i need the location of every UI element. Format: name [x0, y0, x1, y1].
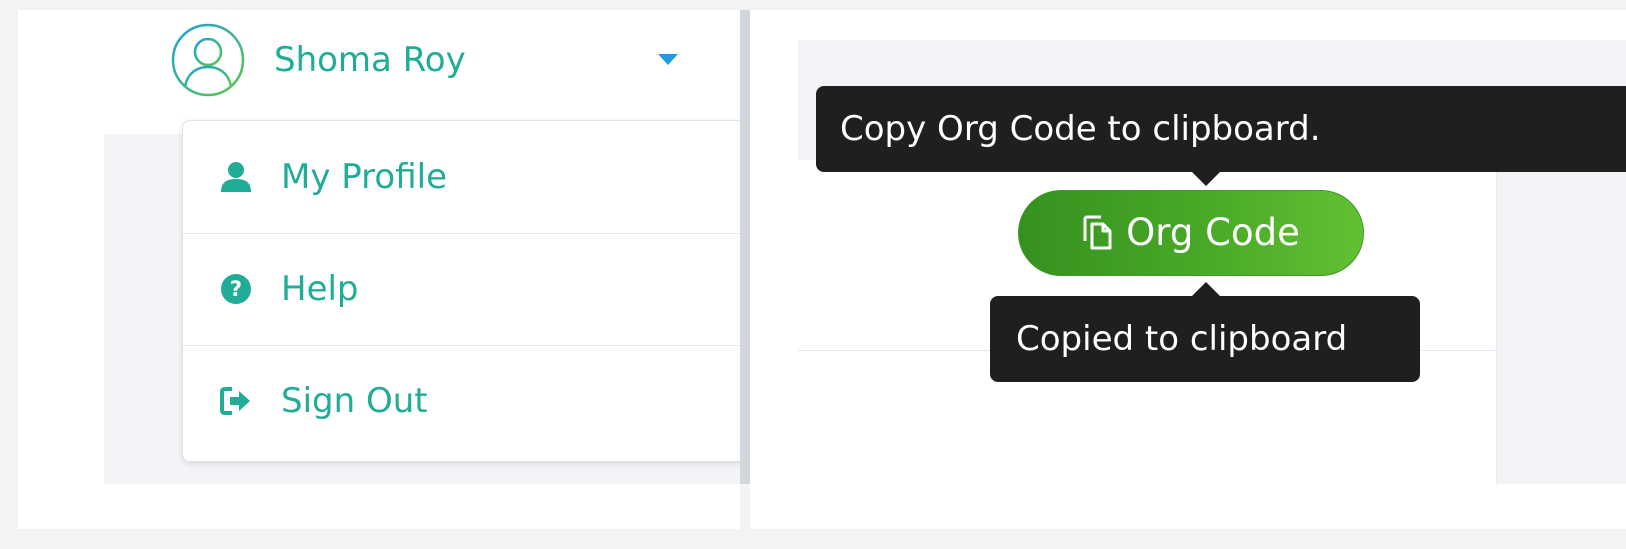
user-avatar-icon — [171, 23, 245, 97]
question-circle-icon: ? — [219, 272, 253, 306]
menu-item-sign-out[interactable]: Sign Out — [183, 345, 740, 456]
user-dropdown-menu: My Profile ? Help Sign Out — [182, 120, 740, 462]
copy-icon — [1083, 215, 1112, 250]
menu-item-my-profile[interactable]: My Profile — [183, 121, 740, 232]
menu-item-label: My Profile — [281, 156, 447, 197]
panel-divider — [740, 10, 750, 484]
page-background — [1497, 160, 1626, 484]
org-code-button[interactable]: Org Code — [1018, 190, 1364, 276]
user-name[interactable]: Shoma Roy — [274, 40, 466, 80]
copy-hint-tooltip: Copy Org Code to clipboard. — [816, 86, 1626, 172]
tooltip-arrow — [1192, 172, 1220, 186]
menu-item-label: Sign Out — [281, 381, 428, 421]
user-icon — [219, 160, 253, 194]
menu-item-label: Help — [281, 269, 359, 309]
tooltip-text: Copy Org Code to clipboard. — [840, 109, 1321, 149]
org-code-panel: Copy Org Code to clipboard. Org Code Cop… — [750, 10, 1626, 529]
menu-item-help[interactable]: ? Help — [183, 233, 740, 344]
tooltip-arrow — [1192, 282, 1220, 296]
card-edge — [1496, 160, 1497, 484]
sign-out-icon — [219, 384, 253, 418]
tooltip-text: Copied to clipboard — [1016, 319, 1348, 359]
svg-text:?: ? — [230, 277, 242, 301]
user-menu-panel: Shoma Roy My Profile ? Help Sign Out — [18, 10, 740, 529]
copied-tooltip: Copied to clipboard — [990, 296, 1420, 382]
org-code-button-label: Org Code — [1126, 211, 1300, 254]
chevron-down-icon[interactable] — [658, 54, 678, 65]
user-menu-toggle[interactable]: Shoma Roy — [170, 20, 690, 100]
